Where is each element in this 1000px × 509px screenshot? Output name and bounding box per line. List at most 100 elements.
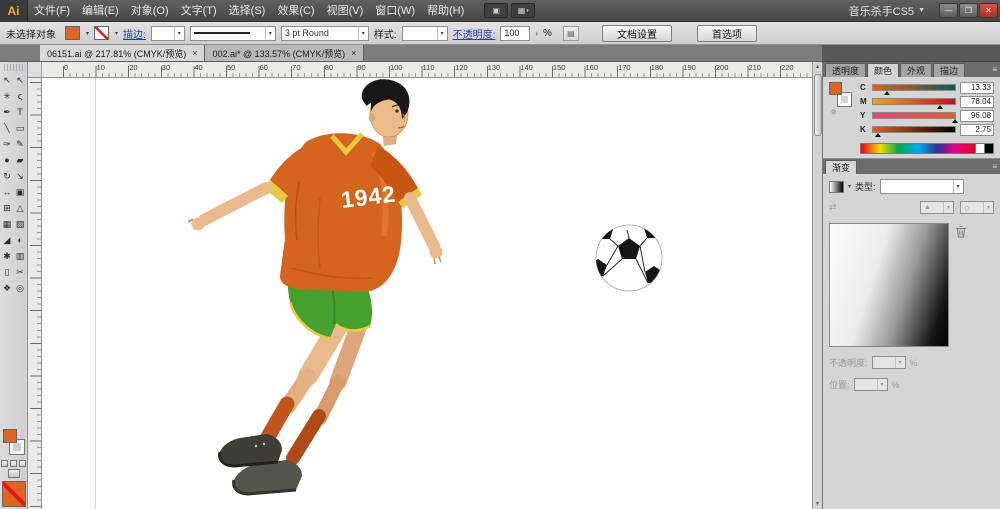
opacity-panel-link[interactable]: 不透明度: [453, 26, 496, 41]
current-fill-indicator[interactable] [2, 481, 26, 507]
close-button[interactable]: ✕ [979, 3, 998, 18]
soccer-ball[interactable] [589, 223, 669, 298]
menu-item[interactable]: 编辑(E) [76, 0, 125, 22]
panel-menu-icon[interactable]: ≡ [992, 162, 997, 171]
zoom-tool[interactable]: ◎ [14, 280, 27, 296]
tab-appearance[interactable]: 外观 [900, 63, 932, 77]
yellow-value[interactable]: 96.08 [960, 110, 994, 122]
black-slider[interactable] [872, 126, 956, 133]
black-value[interactable]: 2.75 [960, 124, 994, 136]
tab-color[interactable]: 颜色 [867, 63, 899, 77]
eraser-tool[interactable]: ▰ [14, 152, 27, 168]
gradient-type-dropdown[interactable]: ▾ [880, 179, 964, 194]
stroke-color-swatch[interactable] [94, 26, 109, 40]
white-swatch[interactable] [976, 143, 985, 154]
opacity-input[interactable]: 100 [500, 26, 530, 41]
arrange-documents-icon[interactable]: ▦▾ [511, 3, 535, 18]
menu-item[interactable]: 文字(T) [175, 0, 223, 22]
pen-tool[interactable]: ✒ [1, 104, 14, 120]
gradient-location-dropdown[interactable]: ◇▾ [960, 201, 994, 214]
fill-stroke-control[interactable] [2, 428, 26, 456]
color-mode-button[interactable] [1, 460, 8, 467]
app-logo[interactable]: Ai [0, 0, 28, 22]
yellow-slider[interactable] [872, 112, 956, 119]
toolbar-grip[interactable] [4, 64, 24, 71]
color-spectrum-bar[interactable] [860, 143, 976, 154]
pencil-tool[interactable]: ✎ [14, 136, 27, 152]
style-dropdown[interactable]: ▾ [402, 26, 448, 41]
gradient-preview[interactable] [829, 223, 949, 347]
menu-item[interactable]: 对象(O) [125, 0, 175, 22]
selection-tool[interactable]: ↖ [1, 72, 14, 88]
width-tool[interactable]: ↔ [1, 184, 14, 200]
scrollbar-thumb[interactable] [814, 74, 822, 136]
scroll-down-icon[interactable]: ▼ [815, 499, 820, 509]
ruler-origin-corner[interactable] [28, 62, 42, 78]
eyedropper-tool[interactable]: ◢ [1, 232, 14, 248]
scale-tool[interactable]: ↘ [14, 168, 27, 184]
symbol-sprayer-tool[interactable]: ✱ [1, 248, 14, 264]
shape-builder-tool[interactable]: ⊞ [1, 200, 14, 216]
delete-gradient-icon[interactable] [955, 225, 967, 238]
lasso-tool[interactable]: ς [14, 88, 27, 104]
cyan-value[interactable]: 13.33 [960, 82, 994, 94]
type-tool[interactable]: T [14, 104, 27, 120]
opacity-stepper-icon[interactable]: › [535, 29, 538, 38]
chevron-down-icon[interactable]: ▾ [86, 30, 89, 37]
document-tab-2[interactable]: 002.ai* @ 133.57% (CMYK/预览) × [205, 45, 364, 61]
chevron-down-icon[interactable]: ▾ [848, 183, 851, 190]
none-mode-button[interactable] [19, 460, 26, 467]
vertical-scrollbar[interactable]: ▲ ▼ [812, 62, 822, 509]
menu-item[interactable]: 文件(F) [28, 0, 76, 22]
black-swatch[interactable] [985, 143, 994, 154]
close-tab-icon[interactable]: × [192, 48, 197, 58]
tab-transparency[interactable]: 透明度 [825, 63, 866, 77]
stroke-weight-dropdown[interactable]: ▾ [151, 26, 185, 41]
gradient-mode-button[interactable] [10, 460, 17, 467]
document-setup-button[interactable]: 文档设置 [602, 25, 672, 42]
workspace-switcher[interactable]: 音乐杀手CS5 ▼ [849, 3, 925, 19]
mesh-tool[interactable]: ▦ [1, 216, 14, 232]
document-tab-1[interactable]: 06151.ai @ 217.81% (CMYK/预览) × [40, 45, 205, 61]
direct-selection-tool[interactable]: ↖ [14, 72, 27, 88]
fill-proxy[interactable] [829, 82, 842, 95]
gradient-tool[interactable]: ▧ [14, 216, 27, 232]
minimize-button[interactable]: — [939, 3, 958, 18]
paintbrush-tool[interactable]: ✑ [1, 136, 14, 152]
fill-color-swatch[interactable] [65, 26, 80, 40]
gradient-angle-dropdown[interactable]: ▲▾ [920, 201, 954, 214]
variable-width-dropdown[interactable]: ▾ [190, 26, 276, 41]
menu-item[interactable]: 窗口(W) [369, 0, 421, 22]
document-icon[interactable]: ▤ [563, 26, 579, 41]
tab-stroke[interactable]: 描边 [933, 63, 965, 77]
slice-tool[interactable]: ✂ [14, 264, 27, 280]
close-tab-icon[interactable]: × [351, 48, 356, 58]
menu-item[interactable]: 选择(S) [223, 0, 272, 22]
blob-brush-tool[interactable]: ● [1, 152, 14, 168]
reverse-gradient-icon[interactable]: ⇄ [829, 202, 837, 213]
menu-item[interactable]: 帮助(H) [421, 0, 470, 22]
column-graph-tool[interactable]: ▥ [14, 248, 27, 264]
artboard-tool[interactable]: ▯ [1, 264, 14, 280]
chevron-down-icon[interactable]: ▾ [115, 30, 118, 37]
bridge-icon[interactable]: ▣ [484, 3, 508, 18]
cyan-slider[interactable] [872, 84, 956, 91]
scroll-up-icon[interactable]: ▲ [815, 62, 820, 72]
menu-item[interactable]: 效果(C) [271, 0, 320, 22]
blend-tool[interactable]: ◐ [14, 232, 27, 248]
soccer-player[interactable]: 1942 [188, 79, 443, 494]
preferences-button[interactable]: 首选项 [697, 25, 757, 42]
fill-swatch[interactable] [3, 429, 17, 443]
gradient-opacity-dropdown[interactable]: ▾ [872, 356, 906, 369]
free-transform-tool[interactable]: ▣ [14, 184, 27, 200]
stroke-panel-link[interactable]: 描边: [123, 26, 146, 41]
gradient-location-value-dropdown[interactable]: ▾ [854, 378, 888, 391]
artwork[interactable]: 1942 [42, 78, 812, 509]
magenta-value[interactable]: 78.04 [960, 96, 994, 108]
line-segment-tool[interactable]: ╲ [1, 120, 14, 136]
canvas[interactable]: 1942 [42, 78, 812, 509]
restore-button[interactable]: ❐ [959, 3, 978, 18]
magenta-slider[interactable] [872, 98, 956, 105]
rectangle-tool[interactable]: ▭ [14, 120, 27, 136]
hand-tool[interactable]: ❖ [1, 280, 14, 296]
